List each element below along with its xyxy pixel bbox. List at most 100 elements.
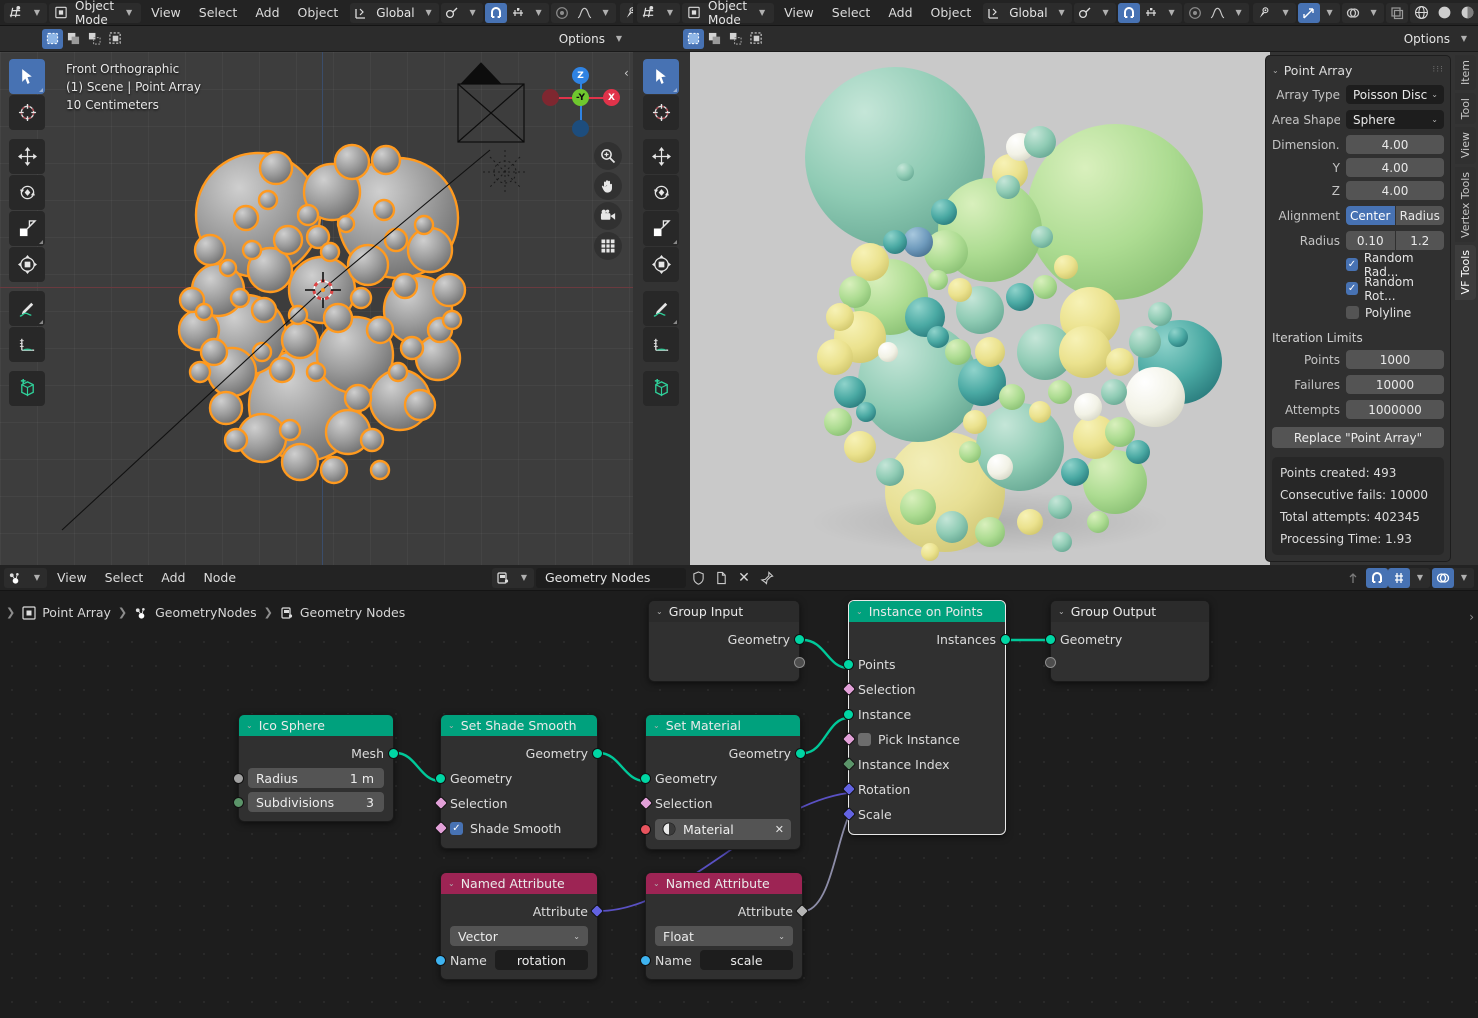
socket-geometry-output-sm[interactable]	[795, 748, 806, 759]
field-row-material[interactable]: Material ✕	[640, 816, 800, 842]
socket-row-pick-instance[interactable]: Pick Instance	[841, 727, 1005, 752]
viewport-left-header[interactable]: ▼ Object Mode ▼ View Select Add Object G…	[0, 0, 633, 27]
socket-instance-input[interactable]	[843, 709, 854, 720]
socket-geometry-input[interactable]	[1045, 634, 1056, 645]
node-snap-group[interactable]: ▼	[1366, 567, 1430, 588]
prop-row-points[interactable]: Points 1000	[1272, 349, 1444, 370]
datablock-name-field[interactable]: Geometry Nodes	[536, 567, 686, 588]
proportional-edit-group[interactable]: ▼	[550, 2, 616, 23]
pin-icon[interactable]	[756, 568, 778, 588]
add-cube-tool[interactable]	[643, 371, 679, 406]
socket-points-input[interactable]	[843, 659, 854, 670]
viewport-left[interactable]: ▼ Object Mode ▼ View Select Add Object G…	[0, 0, 633, 565]
options-chevron[interactable]: ▼	[1454, 29, 1474, 49]
transform-tool[interactable]	[9, 247, 45, 282]
node-editor-type-selector[interactable]: ▼	[4, 567, 47, 588]
falloff-chevron[interactable]: ▼	[596, 3, 616, 23]
random-radius-checkbox[interactable]: ✓	[1346, 258, 1358, 271]
socket-row-selection-sm[interactable]: Selection	[638, 791, 800, 816]
socket-row-geometry-out[interactable]: Geometry	[649, 627, 805, 652]
snap-chevron[interactable]: ▼	[529, 3, 549, 23]
node-menu-node[interactable]: Node	[195, 568, 244, 587]
name-value-rotation[interactable]: rotation	[494, 950, 588, 970]
visibility-icon[interactable]	[620, 3, 633, 23]
wireframe-shading[interactable]	[1410, 3, 1433, 23]
alignment-option-radius[interactable]: Radius	[1395, 206, 1444, 225]
xray-toggle[interactable]	[1385, 2, 1408, 23]
datablock-type-chevron[interactable]: ▼	[514, 568, 534, 588]
snap-increment-icon[interactable]	[1140, 3, 1162, 23]
snap-magnet-icon[interactable]	[1366, 567, 1388, 588]
select-mode-lasso[interactable]	[746, 29, 767, 49]
select-mode-lasso[interactable]	[105, 29, 126, 49]
node-set-shade-smooth[interactable]: ⌄ Set Shade Smooth Geometry Geometry Sel…	[433, 714, 603, 849]
select-mode-circle[interactable]	[84, 29, 105, 49]
fake-user-icon[interactable]	[688, 568, 709, 588]
menu-select-right[interactable]: Select	[824, 3, 879, 22]
snap-increment-icon[interactable]	[507, 3, 529, 23]
viewport-left-subheader[interactable]: Options ▼	[0, 26, 633, 52]
editor-type-selector[interactable]: ▼	[4, 2, 47, 23]
socket-row-selection-sss[interactable]: Selection	[433, 791, 597, 816]
datablock-type-selector[interactable]: ▼	[492, 567, 534, 588]
socket-row-points[interactable]: Points	[843, 652, 1005, 677]
viewport-right-subheader[interactable]: Options ▼	[633, 26, 1478, 52]
menu-object[interactable]: Object	[290, 3, 347, 22]
orientation-chevron[interactable]: ▼	[1052, 3, 1072, 23]
sidebar-tab-vertex-tools[interactable]: Vertex Tools	[1455, 166, 1476, 243]
select-mode-group[interactable]	[42, 28, 126, 49]
editor-type-chevron[interactable]: ▼	[27, 3, 47, 23]
tweak-tool[interactable]	[643, 59, 679, 94]
scale-tool[interactable]	[9, 211, 45, 246]
socket-row-geometry-in-sm[interactable]: Geometry	[640, 766, 800, 791]
node-collapse-chevron[interactable]: ⌄	[856, 607, 863, 616]
editor-type-selector-right[interactable]: ▼	[637, 2, 680, 23]
node-collapse-chevron[interactable]: ⌄	[246, 721, 253, 730]
socket-row-shade-smooth[interactable]: ✓ Shade Smooth	[433, 816, 597, 841]
pan-hand-icon[interactable]	[594, 172, 622, 200]
overlay-icon[interactable]	[1432, 567, 1454, 588]
object-mode-selector[interactable]: Object Mode ▼	[49, 0, 142, 27]
sidebar-collapse-arrow[interactable]: ‹	[624, 66, 629, 80]
polyline-checkbox[interactable]	[1346, 306, 1359, 319]
prop-value-dimension-y[interactable]: 4.00	[1346, 158, 1444, 177]
node-collapse-chevron[interactable]: ⌄	[656, 607, 663, 616]
node-ico-sphere[interactable]: ⌄ Ico Sphere Mesh Radius 1 m Subdivision…	[233, 714, 399, 822]
node-overlay-chevron[interactable]: ▼	[1454, 567, 1474, 588]
proportional-edit-group-right[interactable]: ▼	[1183, 2, 1249, 23]
rotate-tool[interactable]	[643, 175, 679, 210]
falloff-curve-icon[interactable]	[573, 3, 596, 23]
grid-toggle-icon[interactable]	[594, 232, 622, 260]
editor-type-chevron[interactable]: ▼	[660, 3, 680, 23]
socket-geometry-output-sss[interactable]	[592, 748, 603, 759]
transform-orientation-selector[interactable]: Global ▼	[350, 2, 439, 23]
node-collapse-chevron[interactable]: ⌄	[653, 721, 660, 730]
falloff-curve-icon[interactable]	[1206, 3, 1229, 23]
viewport-right-toolbar[interactable]	[643, 59, 679, 406]
node-named-attribute-scale-header[interactable]: ⌄ Named Attribute	[646, 873, 802, 894]
overlays-chevron[interactable]: ▼	[1364, 3, 1384, 23]
material-clear-icon[interactable]: ✕	[775, 823, 784, 836]
socket-virtual-output[interactable]	[794, 657, 805, 668]
subdivisions-field[interactable]: Subdivisions 3	[248, 792, 384, 812]
snap-pivot-chevron[interactable]: ▼	[463, 3, 483, 23]
snap-node-icon[interactable]	[1388, 567, 1410, 588]
select-mode-box[interactable]	[704, 29, 725, 49]
socket-row-virtual-out[interactable]	[649, 652, 805, 674]
node-collapse-chevron[interactable]: ⌄	[448, 879, 455, 888]
node-group-output[interactable]: ⌄ Group Output Geometry	[1045, 600, 1210, 682]
socket-row-selection[interactable]: Selection	[841, 677, 1005, 702]
sidebar-tabs[interactable]: Item Tool View Vertex Tools VF Tools	[1455, 55, 1476, 300]
socket-radius-input[interactable]	[233, 773, 244, 784]
socket-row-instances[interactable]: Instances	[849, 627, 1011, 652]
measure-tool[interactable]	[643, 327, 679, 362]
name-row-scale[interactable]: Name scale	[640, 948, 802, 972]
socket-row-attribute-rotation[interactable]: Attribute	[441, 899, 605, 924]
shade-smooth-checkbox[interactable]: ✓	[450, 822, 463, 835]
data-type-dropdown-scale[interactable]: Float ⌄	[655, 926, 793, 946]
replace-point-array-button[interactable]: Replace "Point Array"	[1272, 427, 1444, 448]
alignment-toggle-group[interactable]: Center Radius	[1346, 206, 1444, 225]
socket-name-input-scale[interactable]	[640, 955, 651, 966]
menu-object-right[interactable]: Object	[923, 3, 980, 22]
orientation-chevron[interactable]: ▼	[419, 3, 439, 23]
